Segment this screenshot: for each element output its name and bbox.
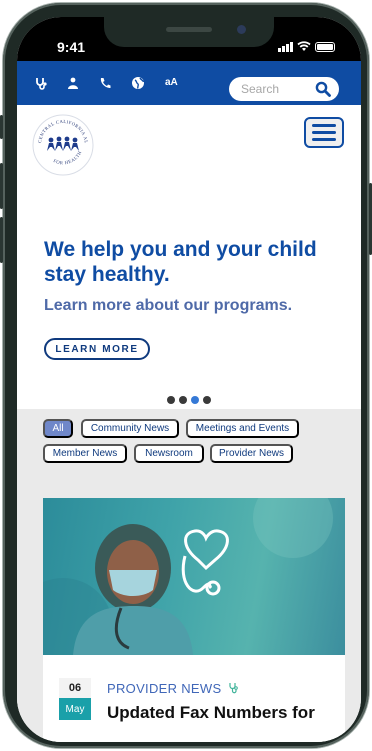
people-icon[interactable] xyxy=(67,77,79,90)
status-icons xyxy=(278,41,335,52)
filter-chip-newsroom[interactable]: Newsroom xyxy=(134,444,204,463)
cellular-signal-icon xyxy=(278,42,293,52)
date-day: 06 xyxy=(59,678,91,698)
nurse-photo xyxy=(43,498,333,655)
stethoscope-heart-icon xyxy=(181,529,229,596)
search-icon[interactable] xyxy=(315,81,331,97)
filter-chip-all[interactable]: All xyxy=(43,419,73,438)
news-category[interactable]: PROVIDER NEWS xyxy=(107,681,240,696)
menu-button[interactable] xyxy=(304,117,344,148)
date-badge: 06 May xyxy=(59,678,91,720)
news-category-label: PROVIDER NEWS xyxy=(107,681,222,696)
filter-chip-member-news[interactable]: Member News xyxy=(43,444,127,463)
carousel-dots xyxy=(167,396,211,404)
notch xyxy=(104,17,274,47)
text-size-icon[interactable]: aA xyxy=(165,78,178,88)
learn-more-button[interactable]: LEARN MORE xyxy=(44,338,150,360)
date-month: May xyxy=(59,698,91,720)
stethoscope-icon[interactable] xyxy=(35,77,48,90)
carousel-dot[interactable] xyxy=(167,396,175,404)
search-input[interactable] xyxy=(229,77,309,101)
menu-icon-bar xyxy=(312,138,336,141)
wifi-icon xyxy=(297,41,311,51)
hero-title: We help you and your child stay healthy. xyxy=(44,238,317,287)
status-time: 9:41 xyxy=(57,39,86,55)
stethoscope-small-icon xyxy=(229,683,239,694)
globe-icon[interactable] xyxy=(131,76,145,90)
volume-down-button xyxy=(0,217,3,263)
mute-switch xyxy=(0,115,3,139)
alliance-logo[interactable]: CENTRAL CALIFORNIA ALLIANCE FOR HEALTH xyxy=(31,113,95,177)
filter-chip-provider-news[interactable]: Provider News xyxy=(210,444,293,463)
carousel-dot-active[interactable] xyxy=(191,396,199,404)
phone-frame: 9:41 aA Search CENTRAL CALIFORNIA AL FOR… xyxy=(0,3,372,748)
hero-subtitle: Learn more about our programs. xyxy=(44,297,293,314)
carousel-dot[interactable] xyxy=(179,396,187,404)
phone-icon[interactable] xyxy=(99,77,111,89)
filter-chip-community-news[interactable]: Community News xyxy=(81,419,179,438)
menu-icon-bar xyxy=(312,124,336,127)
screen: 9:41 aA Search CENTRAL CALIFORNIA AL FOR… xyxy=(17,17,361,742)
battery-icon xyxy=(315,42,335,52)
news-title[interactable]: Updated Fax Numbers for xyxy=(107,703,337,723)
news-card-image[interactable] xyxy=(43,498,345,655)
carousel-dot[interactable] xyxy=(203,396,211,404)
menu-icon-bar xyxy=(312,131,336,134)
utility-bar: aA xyxy=(17,61,361,105)
search-box xyxy=(229,77,339,101)
filter-chip-meetings-and-events[interactable]: Meetings and Events xyxy=(186,419,299,438)
volume-up-button xyxy=(0,163,3,209)
